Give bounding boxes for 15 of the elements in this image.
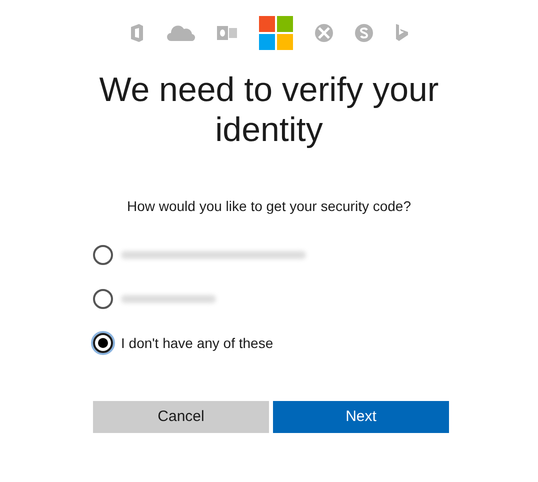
office-icon — [129, 22, 145, 42]
radio-button[interactable] — [93, 289, 113, 309]
next-button[interactable]: Next — [273, 401, 449, 433]
x-circle-icon — [315, 24, 333, 42]
cloud-icon — [167, 24, 195, 40]
windows-logo-icon — [259, 16, 293, 50]
radio-button[interactable] — [93, 333, 113, 353]
s-circle-icon — [355, 24, 373, 42]
question-text: How would you like to get your security code? — [126, 197, 412, 216]
cancel-button[interactable]: Cancel — [93, 401, 269, 433]
option-label: I don't have any of these — [121, 334, 274, 353]
page-title: We need to verify your identity — [98, 70, 440, 150]
mail-icon — [217, 24, 237, 42]
b-icon — [395, 24, 409, 42]
radio-button[interactable] — [93, 245, 113, 265]
